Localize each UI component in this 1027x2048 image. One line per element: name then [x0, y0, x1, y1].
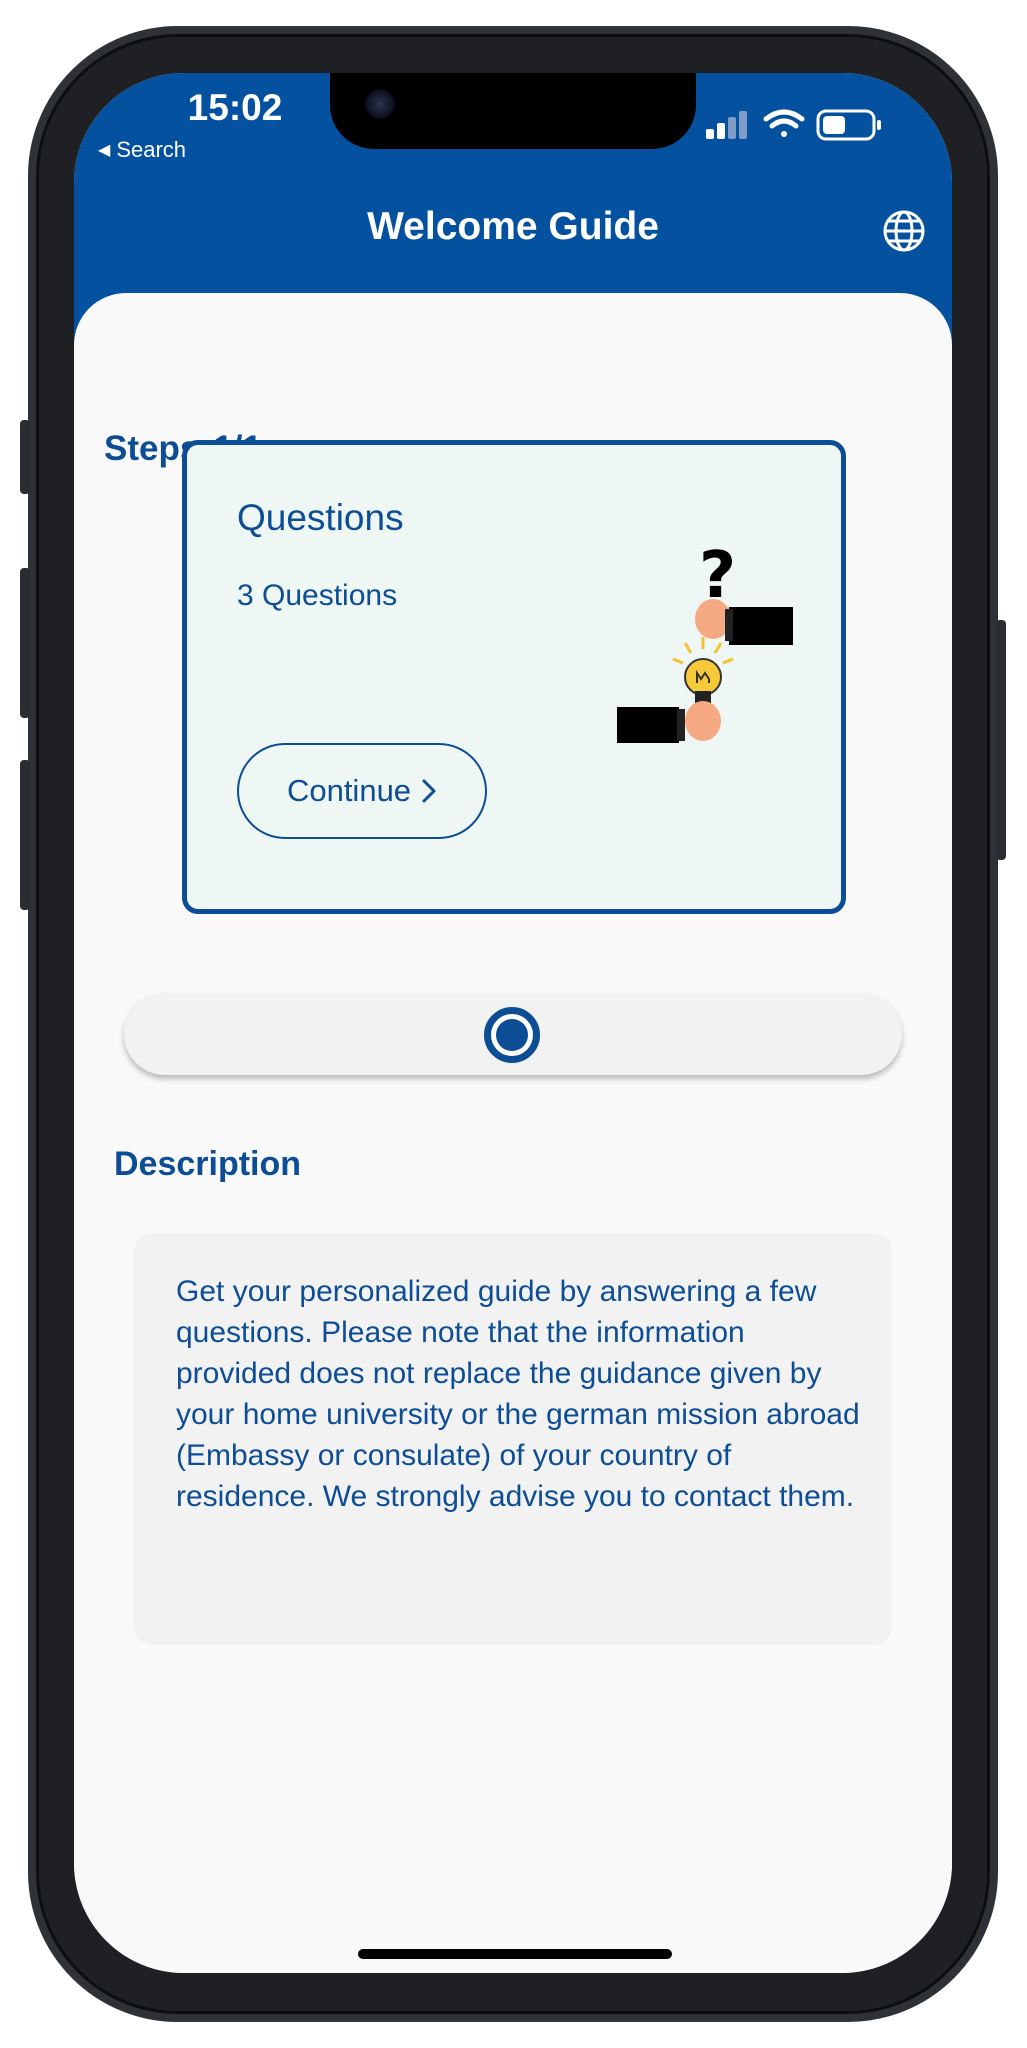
screen: 15:02 ◀Search Welcome Guide Steps1/1: [74, 73, 952, 1973]
description-box: Get your personalized guide by answering…: [134, 1233, 892, 1645]
page-indicator[interactable]: [124, 993, 902, 1075]
continue-button[interactable]: Continue: [237, 743, 487, 839]
volume-up-button: [20, 568, 30, 718]
status-time: 15:02: [187, 87, 283, 128]
back-search-label: Search: [116, 137, 187, 162]
questions-card[interactable]: Questions 3 Questions Continue ?: [182, 440, 846, 914]
upper-hand: [695, 599, 793, 645]
home-indicator[interactable]: [358, 1949, 672, 1959]
globe-icon[interactable]: [882, 209, 926, 253]
lower-hand: [617, 701, 721, 743]
card-subtitle: 3 Questions: [237, 579, 398, 612]
page-title: Welcome Guide: [367, 205, 659, 248]
cellular-signal-icon: [706, 111, 747, 139]
page-dot-active[interactable]: [484, 1007, 540, 1063]
power-button: [996, 620, 1006, 860]
battery-icon: [816, 109, 881, 141]
front-camera: [365, 89, 395, 119]
description-text: Get your personalized guide by answering…: [176, 1275, 860, 1513]
chevron-right-icon: [422, 779, 436, 803]
continue-label: Continue: [286, 773, 412, 808]
back-triangle-icon: ◀: [98, 142, 111, 159]
volume-down-button: [20, 760, 30, 910]
card-title: Questions: [237, 497, 404, 538]
lightbulb-icon: [672, 637, 734, 703]
back-to-search-link[interactable]: ◀ Search: [98, 137, 186, 163]
silent-switch: [20, 420, 30, 494]
status-icons: [706, 109, 881, 141]
description-heading: Description: [114, 1145, 302, 1183]
wifi-icon: [763, 109, 805, 137]
question-and-idea-hands-illustration: ?: [617, 539, 793, 743]
